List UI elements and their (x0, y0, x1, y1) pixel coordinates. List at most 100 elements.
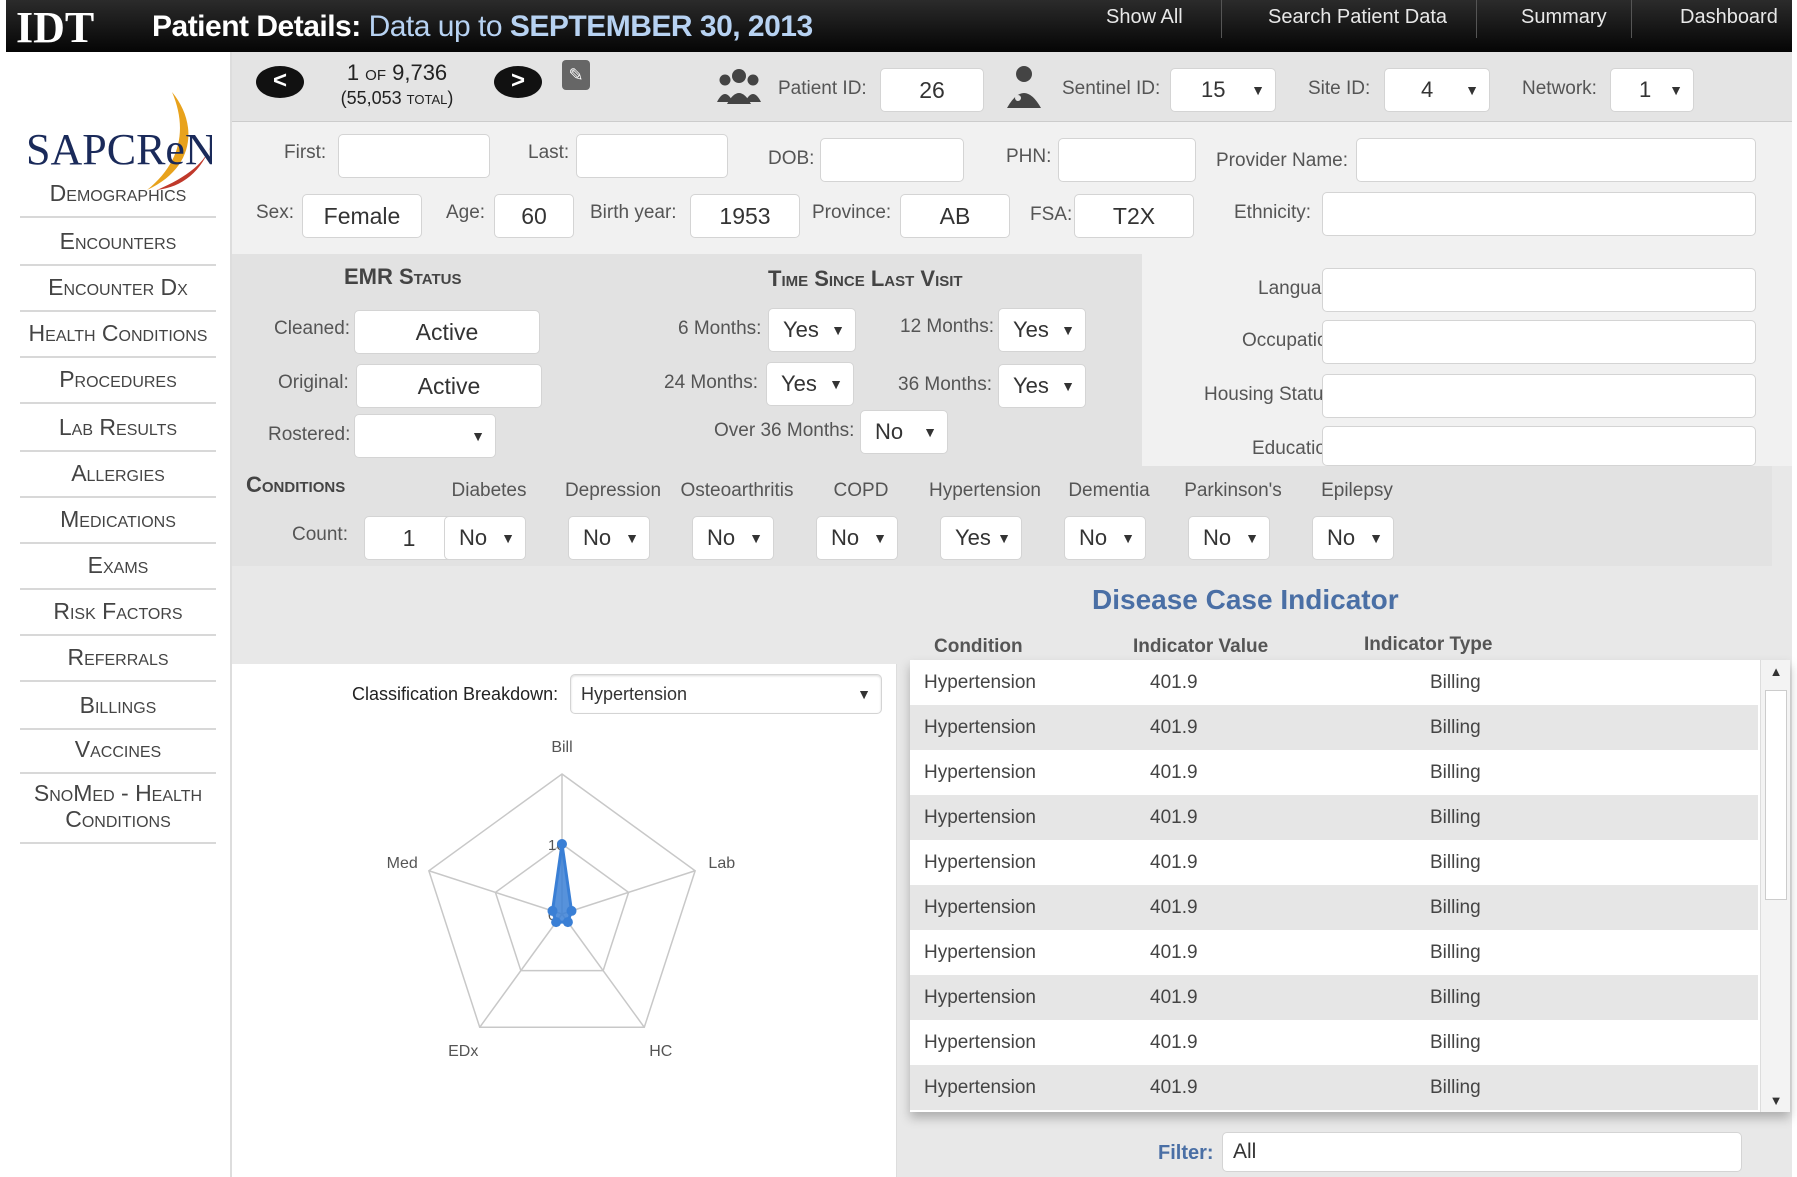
fsa-label: FSA: (1030, 204, 1073, 225)
thirty-six-months-value: Yes (1013, 373, 1049, 398)
condition-select[interactable]: No ▼ (1064, 516, 1146, 560)
language-field[interactable] (1322, 268, 1756, 312)
sidebar-item-demographics[interactable]: Demographics (20, 180, 216, 218)
sidebar-item-allergies[interactable]: Allergies (20, 460, 216, 498)
rostered-label: Rostered: (268, 424, 351, 445)
sex-field[interactable]: Female (302, 194, 422, 238)
over-36-months-select[interactable]: No ▼ (860, 410, 948, 454)
six-months-select[interactable]: Yes ▼ (768, 308, 856, 352)
table-row[interactable]: Hypertension 401.9 Billing (910, 750, 1758, 795)
ethnicity-field[interactable] (1322, 192, 1756, 236)
occupation-field[interactable] (1322, 320, 1756, 364)
rostered-select[interactable]: ▼ (354, 414, 496, 458)
nav-show-all[interactable]: Show All (1106, 6, 1183, 29)
edit-icon[interactable]: ✎ (562, 60, 590, 90)
fsa-field[interactable]: T2X (1074, 194, 1194, 238)
cleaned-label: Cleaned: (274, 318, 351, 339)
table-row[interactable]: Hypertension 401.9 Billing (910, 840, 1758, 885)
condition-value: No (1203, 525, 1232, 550)
ethnicity-label: Ethnicity: (1234, 202, 1312, 223)
nav-divider (1221, 0, 1222, 38)
radar-point (557, 839, 567, 849)
sidebar-item-vaccines[interactable]: Vaccines (20, 736, 216, 774)
birth-year-field[interactable]: 1953 (690, 194, 800, 238)
twelve-months-value: Yes (1013, 317, 1049, 342)
provider-name-field[interactable] (1356, 138, 1756, 182)
prev-record-button[interactable]: < (256, 66, 304, 98)
thirty-six-months-label: 36 Months: (898, 374, 992, 395)
nav-summary[interactable]: Summary (1521, 6, 1607, 29)
twelve-months-select[interactable]: Yes ▼ (998, 308, 1086, 352)
cell-indicator-value: 401.9 (1150, 807, 1198, 828)
radar-axis-label: Lab (708, 855, 735, 872)
condition-select[interactable]: No ▼ (692, 516, 774, 560)
classification-select[interactable]: Hypertension ▼ (570, 674, 882, 714)
condition-value: No (583, 525, 612, 550)
sidebar-item-encounter-dx[interactable]: Encounter Dx (20, 274, 216, 312)
dob-field[interactable] (820, 138, 964, 182)
cell-condition: Hypertension (924, 672, 1036, 693)
housing-status-label: Housing Status: (1204, 384, 1339, 405)
cleaned-field[interactable]: Active (354, 310, 540, 354)
time-since-visit-title: Time Since Last Visit (768, 266, 963, 291)
sidebar-item-health-conditions[interactable]: Health Conditions (20, 320, 216, 358)
next-record-button[interactable]: > (494, 66, 542, 98)
age-field[interactable]: 60 (494, 194, 574, 238)
condition-label: Depression (564, 480, 662, 501)
thirty-six-months-select[interactable]: Yes ▼ (998, 364, 1086, 408)
last-name-label: Last: (528, 142, 570, 163)
housing-status-field[interactable] (1322, 374, 1756, 418)
nav-search-patient-data[interactable]: Search Patient Data (1268, 6, 1447, 29)
table-row[interactable]: Hypertension 401.9 Billing (910, 795, 1758, 840)
phn-field[interactable] (1058, 138, 1196, 182)
table-row[interactable]: Hypertension 401.9 Billing (910, 1065, 1758, 1110)
six-months-label: 6 Months: (678, 318, 762, 339)
table-row[interactable]: Hypertension 401.9 Billing (910, 705, 1758, 750)
scroll-down-icon[interactable]: ▼ (1761, 1093, 1791, 1108)
condition-select[interactable]: No ▼ (1312, 516, 1394, 560)
main-content: < 1 of 9,736 (55,053 total) > ✎ Patient … (232, 52, 1792, 1177)
sidebar-item-medications[interactable]: Medications (20, 506, 216, 544)
doctor-icon (1007, 66, 1041, 108)
site-id-select[interactable]: 4 ▼ (1384, 68, 1490, 112)
condition-select[interactable]: Yes ▼ (940, 516, 1022, 560)
table-row[interactable]: Hypertension 401.9 Billing (910, 1020, 1758, 1065)
scroll-thumb[interactable] (1765, 690, 1787, 900)
last-name-field[interactable] (576, 134, 728, 178)
sidebar-item-procedures[interactable]: Procedures (20, 366, 216, 404)
condition-select[interactable]: No ▼ (444, 516, 526, 560)
network-select[interactable]: 1 ▼ (1610, 68, 1694, 112)
condition-select[interactable]: No ▼ (1188, 516, 1270, 560)
condition-select[interactable]: No ▼ (816, 516, 898, 560)
condition-label: COPD (833, 480, 889, 501)
dropdown-arrow-icon: ▼ (873, 530, 887, 546)
province-field[interactable]: AB (900, 194, 1010, 238)
count-field[interactable]: 1 (364, 516, 454, 560)
filter-field[interactable]: All (1222, 1132, 1742, 1172)
condition-select[interactable]: No ▼ (568, 516, 650, 560)
sentinel-id-select[interactable]: 15 ▼ (1170, 68, 1276, 112)
table-scrollbar[interactable]: ▲ ▼ (1760, 660, 1790, 1112)
sidebar-item-referrals[interactable]: Referrals (20, 644, 216, 682)
sidebar-item-encounters[interactable]: Encounters (20, 228, 216, 266)
education-field[interactable] (1322, 426, 1756, 466)
table-row[interactable]: Hypertension 401.9 Billing (910, 930, 1758, 975)
table-row[interactable]: Hypertension 401.9 Billing (910, 660, 1758, 705)
dob-label: DOB: (768, 148, 815, 169)
nav-dashboard[interactable]: Dashboard (1680, 6, 1778, 29)
first-name-field[interactable] (338, 134, 490, 178)
cell-indicator-value: 401.9 (1150, 1032, 1198, 1053)
twenty-four-months-select[interactable]: Yes ▼ (766, 362, 854, 406)
sidebar-item-snomed-health-conditions[interactable]: SnoMed - Health Conditions (20, 780, 216, 844)
table-row[interactable]: Hypertension 401.9 Billing (910, 885, 1758, 930)
sidebar-item-billings[interactable]: Billings (20, 692, 216, 730)
scroll-up-icon[interactable]: ▲ (1761, 664, 1791, 679)
sidebar-item-risk-factors[interactable]: Risk Factors (20, 598, 216, 636)
patient-id-field[interactable]: 26 (880, 68, 984, 112)
over-36-months-value: No (875, 419, 904, 444)
patients-group-icon (717, 69, 761, 104)
sidebar-item-lab-results[interactable]: Lab Results (20, 414, 216, 452)
sidebar-item-exams[interactable]: Exams (20, 552, 216, 590)
original-field[interactable]: Active (356, 364, 542, 408)
table-row[interactable]: Hypertension 401.9 Billing (910, 975, 1758, 1020)
